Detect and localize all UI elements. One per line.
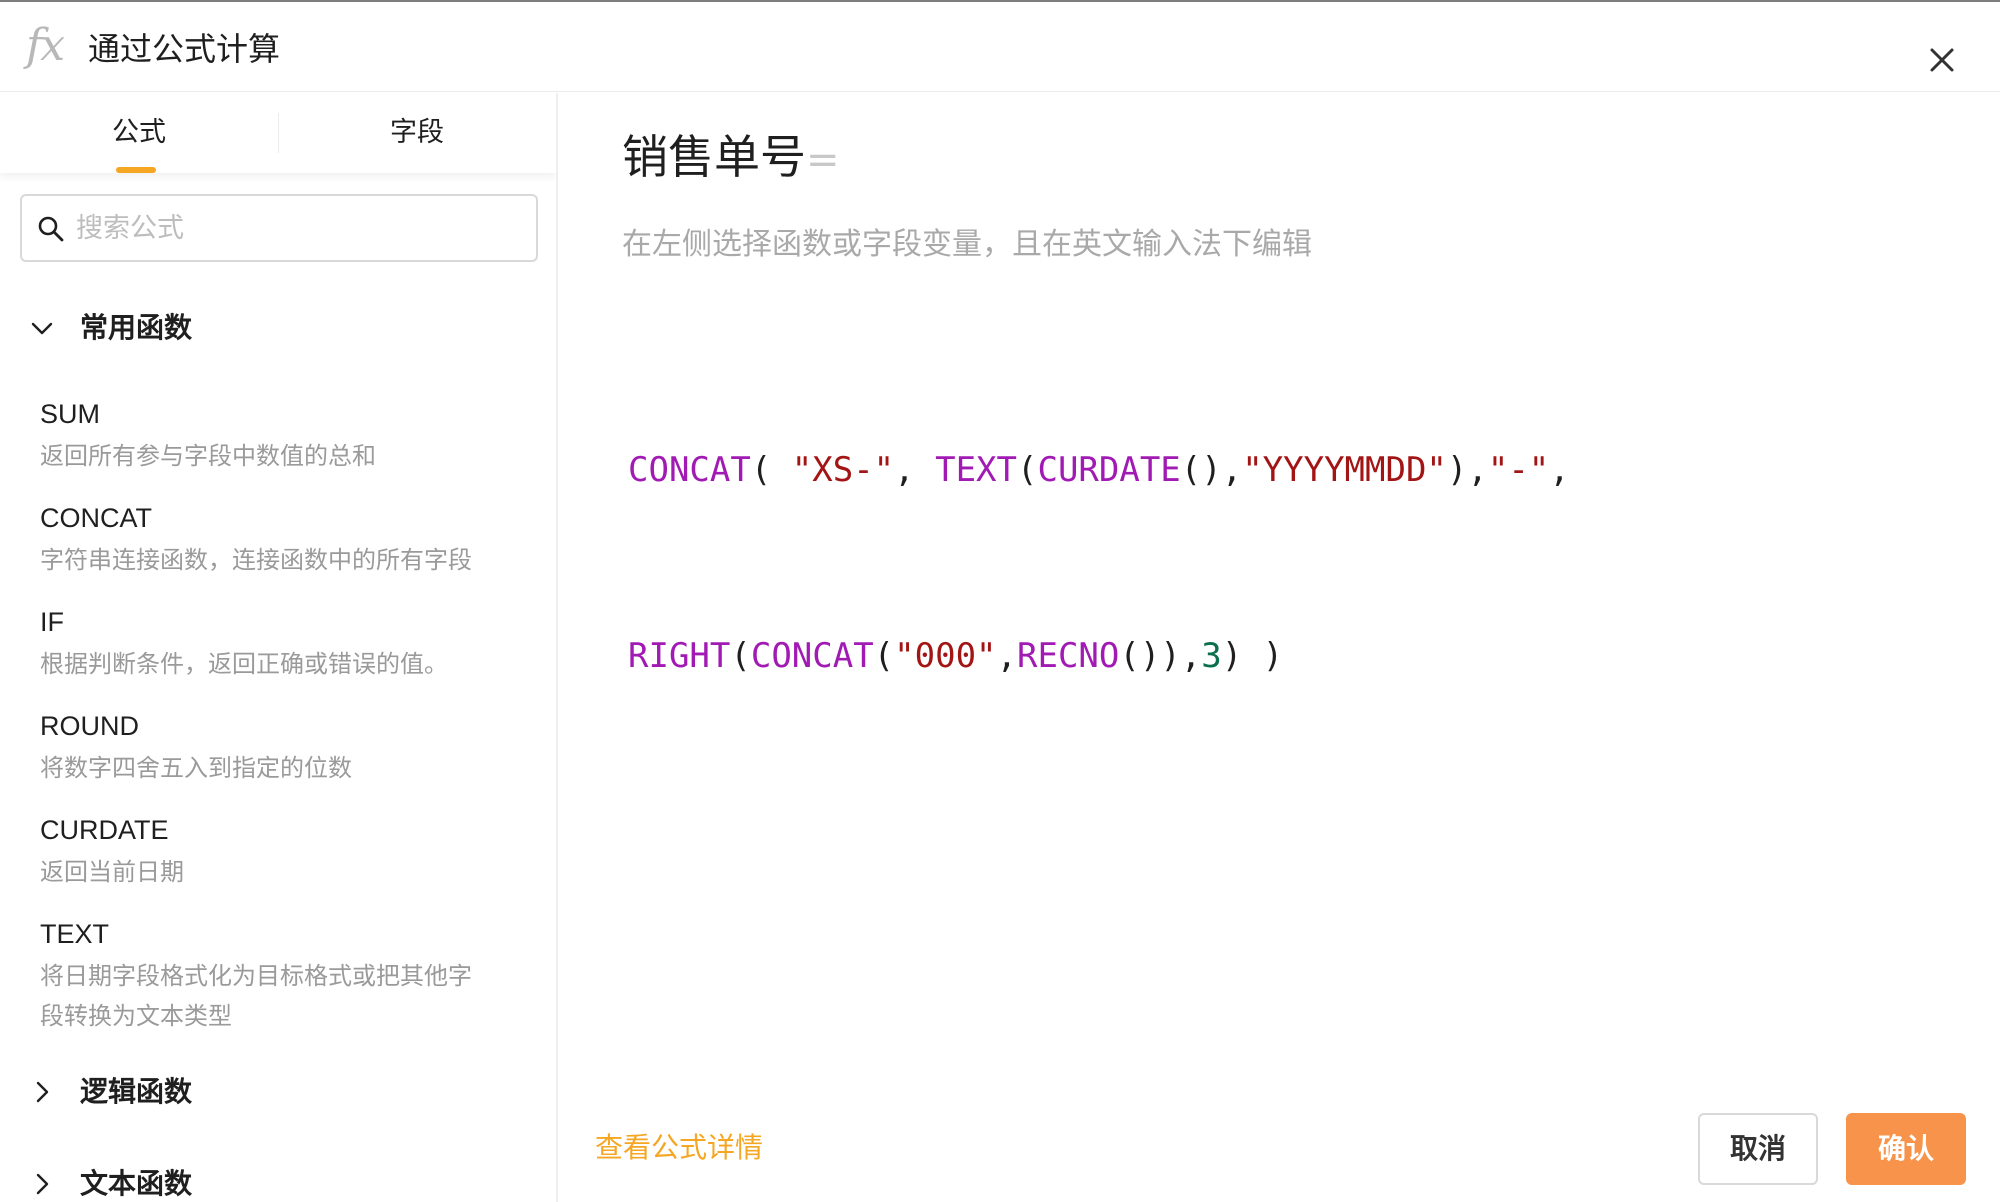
function-description: 将日期字段格式化为目标格式或把其他字 段转换为文本类型	[40, 956, 520, 1036]
group-label: 文本函数	[80, 1167, 193, 1200]
fx-icon: fx	[26, 20, 65, 71]
sidebar-tabs: 公式 字段	[0, 93, 556, 173]
tab-formula[interactable]: 公式	[0, 93, 278, 173]
active-tab-indicator	[116, 167, 156, 173]
formula-code-editor[interactable]: CONCAT( "XS-", TEXT(CURDATE(),"YYYYMMDD"…	[628, 315, 1968, 811]
search-icon	[38, 216, 64, 242]
chevron-right-icon	[36, 1173, 49, 1195]
function-description: 根据判断条件，返回正确或错误的值。	[40, 650, 448, 678]
formula-string-token: "XS-"	[791, 450, 895, 490]
function-item-text[interactable]: TEXT 将日期字段格式化为目标格式或把其他字 段转换为文本类型	[40, 916, 520, 1036]
function-description: 返回所有参与字段中数值的总和	[40, 442, 376, 470]
formula-punctuation-token: (	[873, 636, 895, 676]
search-input[interactable]	[74, 204, 514, 252]
function-description: 字符串连接函数，连接函数中的所有字段	[40, 546, 472, 574]
formula-function-token: CURDATE	[1037, 450, 1181, 490]
target-field-name: 销售单号	[622, 130, 806, 184]
function-name: CONCAT	[40, 503, 152, 533]
function-name: ROUND	[40, 711, 139, 741]
formula-punctuation-token: (	[730, 636, 751, 676]
formula-punctuation-token: ()),	[1119, 636, 1202, 676]
formula-punctuation-token: ,	[894, 450, 936, 490]
formula-function-token: CONCAT	[628, 450, 751, 490]
formula-punctuation-token: (),	[1180, 450, 1243, 490]
close-icon	[1930, 48, 1954, 72]
formula-punctuation-token: (	[750, 450, 792, 490]
formula-editor-panel: 销售单号= 在左侧选择函数或字段变量，且在英文输入法下编辑 CONCAT( "X…	[560, 93, 2000, 1202]
function-item-if[interactable]: IF 根据判断条件，返回正确或错误的值。	[40, 604, 520, 684]
formula-number-token: 3	[1201, 636, 1222, 676]
formula-punctuation-token: ,	[996, 636, 1017, 676]
formula-punctuation-token: ),	[1446, 450, 1488, 490]
formula-function-token: TEXT	[935, 450, 1017, 490]
formula-punctuation-token: ) )	[1221, 636, 1284, 676]
editor-hint: 在左侧选择函数或字段变量，且在英文输入法下编辑	[622, 227, 1312, 262]
formula-function-token: RECNO	[1017, 636, 1120, 676]
equals-sign: =	[806, 137, 840, 183]
function-item-sum[interactable]: SUM 返回所有参与字段中数值的总和	[40, 396, 520, 476]
formula-string-token: "-"	[1487, 450, 1550, 490]
confirm-button[interactable]: 确认	[1846, 1113, 1966, 1185]
group-label: 逻辑函数	[80, 1075, 193, 1108]
view-formula-details-link[interactable]: 查看公式详情	[595, 1128, 763, 1168]
function-name: SUM	[40, 399, 100, 429]
formula-function-token: CONCAT	[750, 636, 874, 676]
dialog-header: fx 通过公式计算	[0, 2, 2000, 92]
function-name: TEXT	[40, 919, 110, 949]
target-field-title: 销售单号=	[622, 125, 840, 192]
function-description-line: 段转换为文本类型	[40, 1002, 232, 1030]
search-box	[20, 194, 538, 262]
cancel-button[interactable]: 取消	[1698, 1113, 1818, 1185]
formula-string-token: "YYYYMMDD"	[1242, 450, 1447, 490]
function-description: 将数字四舍五入到指定的位数	[40, 754, 352, 782]
formula-function-token: RIGHT	[628, 636, 731, 676]
tab-field[interactable]: 字段	[278, 93, 556, 173]
formula-punctuation-token: ,	[1549, 450, 1570, 490]
formula-dialog: fx 通过公式计算 公式 字段 常	[0, 0, 2000, 1202]
function-item-curdate[interactable]: CURDATE 返回当前日期	[40, 812, 520, 892]
function-item-round[interactable]: ROUND 将数字四舍五入到指定的位数	[40, 708, 520, 788]
function-name: IF	[40, 607, 64, 637]
chevron-down-icon	[31, 322, 53, 335]
formula-punctuation-token: (	[1016, 450, 1038, 490]
function-description: 返回当前日期	[40, 858, 184, 886]
close-button[interactable]	[1922, 40, 1962, 80]
code-line: RIGHT(CONCAT("000",RECNO()),3) )	[628, 625, 1968, 687]
formula-string-token: "000"	[894, 636, 997, 676]
function-sidebar: 公式 字段 常用函数 SUM 返回所有参与字段中数值的总和 CONCAT 字符	[0, 93, 558, 1202]
chevron-right-icon	[36, 1081, 49, 1103]
function-name: CURDATE	[40, 815, 169, 845]
code-line: CONCAT( "XS-", TEXT(CURDATE(),"YYYYMMDD"…	[628, 439, 1968, 501]
dialog-title: 通过公式计算	[88, 30, 281, 68]
function-item-concat[interactable]: CONCAT 字符串连接函数，连接函数中的所有字段	[40, 500, 520, 580]
function-description-line: 将日期字段格式化为目标格式或把其他字	[40, 962, 472, 990]
group-label: 常用函数	[80, 311, 193, 344]
